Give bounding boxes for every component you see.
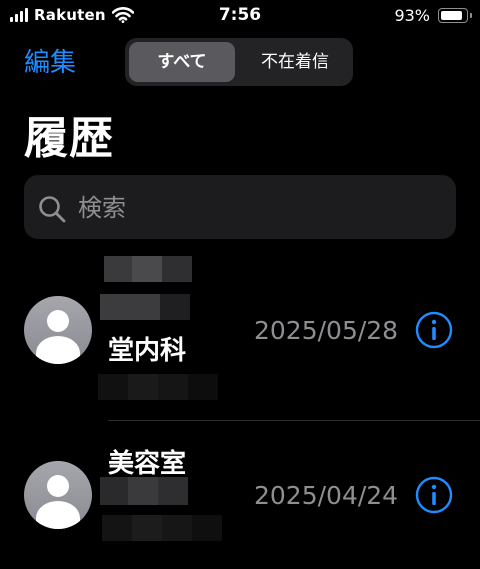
redacted-number <box>104 256 192 282</box>
call-row[interactable]: 美容室 2025/04/24 <box>0 421 480 569</box>
page-title: 履歴 <box>24 113 114 164</box>
filter-segmented-control: すべて 不在着信 <box>125 38 353 86</box>
info-icon[interactable] <box>415 476 453 514</box>
info-icon[interactable] <box>415 311 453 349</box>
redacted-number <box>100 294 190 320</box>
status-bar: Rakuten 7:56 93% <box>0 0 480 34</box>
contact-avatar-icon <box>24 296 92 364</box>
call-date: 2025/04/24 <box>254 481 399 510</box>
redacted-number <box>98 374 218 400</box>
contact-name: 美容室 <box>108 449 187 479</box>
redacted-number <box>102 515 222 541</box>
segment-missed[interactable]: 不在着信 <box>241 42 349 82</box>
call-row[interactable]: 堂内科 2025/05/28 <box>0 250 480 421</box>
edit-button[interactable]: 編集 <box>24 42 76 79</box>
contact-name: 堂内科 <box>108 336 187 366</box>
search-bar[interactable] <box>24 175 456 241</box>
redacted-number <box>100 477 188 505</box>
status-right: 93% <box>394 6 472 25</box>
search-icon <box>39 196 66 223</box>
contact-avatar-icon <box>24 461 92 529</box>
segment-all[interactable]: すべて <box>129 42 235 82</box>
call-date: 2025/05/28 <box>254 316 399 345</box>
battery-icon <box>438 8 472 23</box>
battery-percent: 93% <box>394 6 430 25</box>
search-input[interactable] <box>76 175 440 241</box>
